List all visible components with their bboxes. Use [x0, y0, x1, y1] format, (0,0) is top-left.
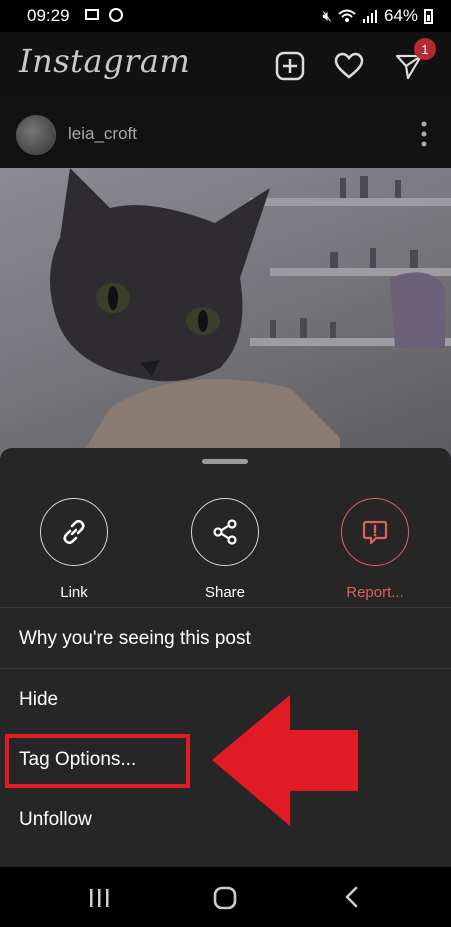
divider	[0, 607, 451, 608]
recent-apps-icon[interactable]	[88, 888, 110, 908]
more-options-icon[interactable]	[420, 120, 428, 148]
divider	[0, 668, 451, 669]
status-indicators: 🔇︎ 64%	[323, 6, 433, 26]
link-action[interactable]: Link	[38, 498, 110, 601]
mute-icon: 🔇︎	[322, 7, 332, 25]
activity-button[interactable]	[333, 50, 365, 82]
share-icon	[213, 519, 237, 545]
system-nav-bar	[0, 867, 451, 927]
report-label: Report...	[346, 584, 404, 601]
link-label: Link	[60, 584, 88, 601]
signal-icon	[362, 10, 377, 23]
avatar[interactable]	[16, 115, 56, 155]
battery-icon	[424, 8, 433, 24]
why-seeing-post-item[interactable]: Why you're seeing this post	[19, 628, 251, 650]
tag-options-highlight-box	[5, 734, 190, 788]
account-notification-icon	[109, 8, 123, 22]
status-bar: 09:29 🔇︎ 64%	[0, 0, 451, 32]
unfollow-item[interactable]: Unfollow	[19, 809, 92, 831]
home-icon[interactable]	[213, 886, 237, 910]
gallery-notification-icon	[85, 9, 99, 20]
share-action[interactable]: Share	[189, 498, 261, 601]
report-action[interactable]: Report...	[339, 498, 411, 601]
wifi-icon	[338, 9, 356, 22]
heart-icon	[334, 52, 364, 79]
post-header: leia_croft	[0, 100, 451, 168]
link-circle-button[interactable]	[40, 498, 108, 566]
app-bar: Instagram	[0, 32, 451, 101]
share-label: Share	[204, 584, 246, 601]
report-icon	[362, 520, 388, 545]
share-circle-button[interactable]	[191, 498, 259, 566]
cat-image	[50, 168, 451, 458]
sheet-grabber[interactable]	[202, 459, 248, 464]
post-photo	[0, 168, 451, 458]
battery-percent: 64%	[383, 6, 418, 25]
pointer-arrow-icon	[212, 695, 358, 826]
instagram-logo: Instagram	[19, 42, 191, 80]
new-post-button[interactable]	[274, 50, 306, 82]
link-icon	[63, 519, 85, 545]
clock: 09:29	[27, 6, 70, 25]
report-circle-button[interactable]	[341, 498, 409, 566]
hide-item[interactable]: Hide	[19, 689, 58, 711]
plus-square-icon	[275, 51, 305, 81]
message-count-badge: 1	[414, 38, 436, 60]
back-icon[interactable]	[344, 886, 360, 908]
post-username[interactable]: leia_croft	[68, 124, 137, 144]
